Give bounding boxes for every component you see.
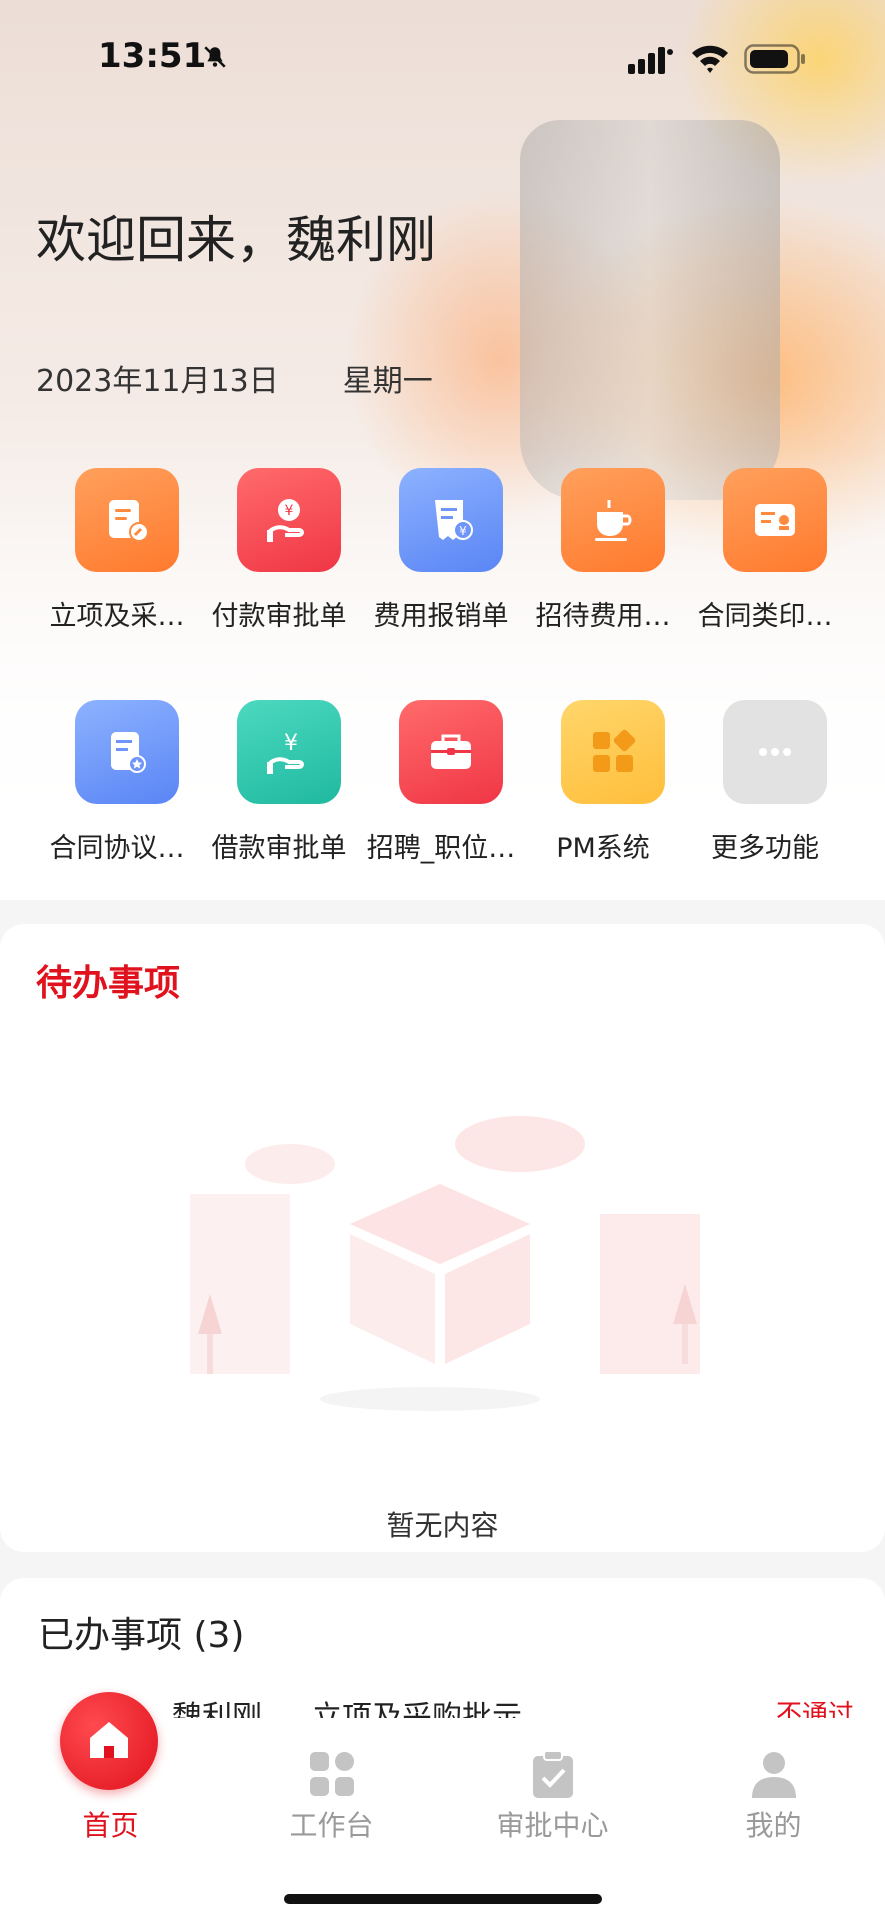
- shortcut-label: 借款审批单: [211, 833, 347, 864]
- shortcut-contract-seal[interactable]: 合同类印…: [684, 468, 846, 668]
- svg-text:¥: ¥: [459, 524, 467, 538]
- tab-label: 工作台: [289, 1809, 374, 1842]
- shortcut-label: 招待费用…: [535, 601, 671, 632]
- svg-text:¥: ¥: [284, 731, 298, 756]
- shortcut-recruitment[interactable]: 招聘_职位…: [360, 700, 522, 900]
- shortcut-label: 付款审批单: [211, 601, 347, 632]
- more-dots-icon: [723, 700, 827, 804]
- empty-state-text: 暂无内容: [386, 1509, 499, 1542]
- status-time: 13:51: [98, 36, 207, 76]
- app-grid-icon: [561, 700, 665, 804]
- shortcut-pm-system[interactable]: PM系统: [522, 700, 684, 900]
- empty-state-illustration: [190, 1116, 700, 1411]
- shortcut-project-procurement[interactable]: 立项及采…: [36, 468, 198, 668]
- welcome-greeting: 欢迎回来，魏利刚: [36, 211, 436, 269]
- shortcut-loan-approval[interactable]: ¥ 借款审批单: [198, 700, 360, 900]
- todo-title: 待办事项: [36, 963, 181, 1004]
- todo-card: 待办事项 暂无内容: [0, 924, 885, 1552]
- yen-hand-icon: ¥: [237, 468, 341, 572]
- shortcut-entertainment-expense[interactable]: 招待费用…: [522, 468, 684, 668]
- loan-yen-icon: ¥: [237, 700, 341, 804]
- tab-approval-center[interactable]: 审批中心: [442, 1718, 663, 1842]
- tab-mine[interactable]: 我的: [663, 1718, 884, 1842]
- wifi-icon: [692, 45, 728, 73]
- shortcut-label: PM系统: [556, 833, 650, 864]
- cell-signal-icon: [628, 47, 673, 74]
- status-bar: 13:51: [0, 0, 885, 120]
- tab-home[interactable]: 首页: [0, 1692, 221, 1842]
- shortcut-label: 更多功能: [711, 833, 819, 864]
- shortcut-grid: 立项及采… ¥ 付款审批单 ¥ 费用报销单 招待费用… 合同类印… 合同协议… …: [0, 468, 885, 888]
- shortcut-label: 招聘_职位…: [366, 833, 516, 864]
- done-title: 已办事项 (3): [38, 1615, 245, 1656]
- battery-icon: [744, 44, 805, 74]
- shortcut-more-functions[interactable]: 更多功能: [684, 700, 846, 900]
- briefcase-icon: [399, 700, 503, 804]
- bottom-tab-bar: 首页 工作台 审批中心 我的: [0, 1692, 885, 1920]
- workbench-icon: [310, 1752, 354, 1796]
- shortcut-label: 立项及采…: [49, 601, 185, 632]
- current-weekday: 星期一: [342, 364, 433, 399]
- current-date: 2023年11月13日: [36, 364, 279, 399]
- date-line: 2023年11月13日 星期一: [36, 356, 433, 400]
- document-edit-icon: [75, 468, 179, 572]
- svg-text:¥: ¥: [285, 503, 294, 519]
- home-indicator: [284, 1894, 602, 1904]
- shortcut-label: 合同协议…: [49, 833, 185, 864]
- shortcut-payment-approval[interactable]: ¥ 付款审批单: [198, 468, 360, 668]
- bell-muted-icon: [204, 46, 226, 68]
- tab-workbench[interactable]: 工作台: [221, 1718, 442, 1842]
- shortcut-contract-agreement[interactable]: 合同协议…: [36, 700, 198, 900]
- tab-label: 我的: [745, 1809, 802, 1842]
- shortcut-label: 费用报销单: [373, 601, 509, 632]
- coffee-cup-icon: [561, 468, 665, 572]
- shortcut-label: 合同类印…: [697, 601, 833, 632]
- home-icon: [60, 1692, 158, 1790]
- tab-label: 审批中心: [496, 1809, 609, 1842]
- receipt-yen-icon: ¥: [399, 468, 503, 572]
- profile-icon: [752, 1752, 796, 1798]
- tab-label: 首页: [82, 1809, 139, 1842]
- approval-clipboard-icon: [533, 1750, 573, 1798]
- contract-doc-icon: [75, 700, 179, 804]
- shortcut-expense-reimbursement[interactable]: ¥ 费用报销单: [360, 468, 522, 668]
- certificate-icon: [723, 468, 827, 572]
